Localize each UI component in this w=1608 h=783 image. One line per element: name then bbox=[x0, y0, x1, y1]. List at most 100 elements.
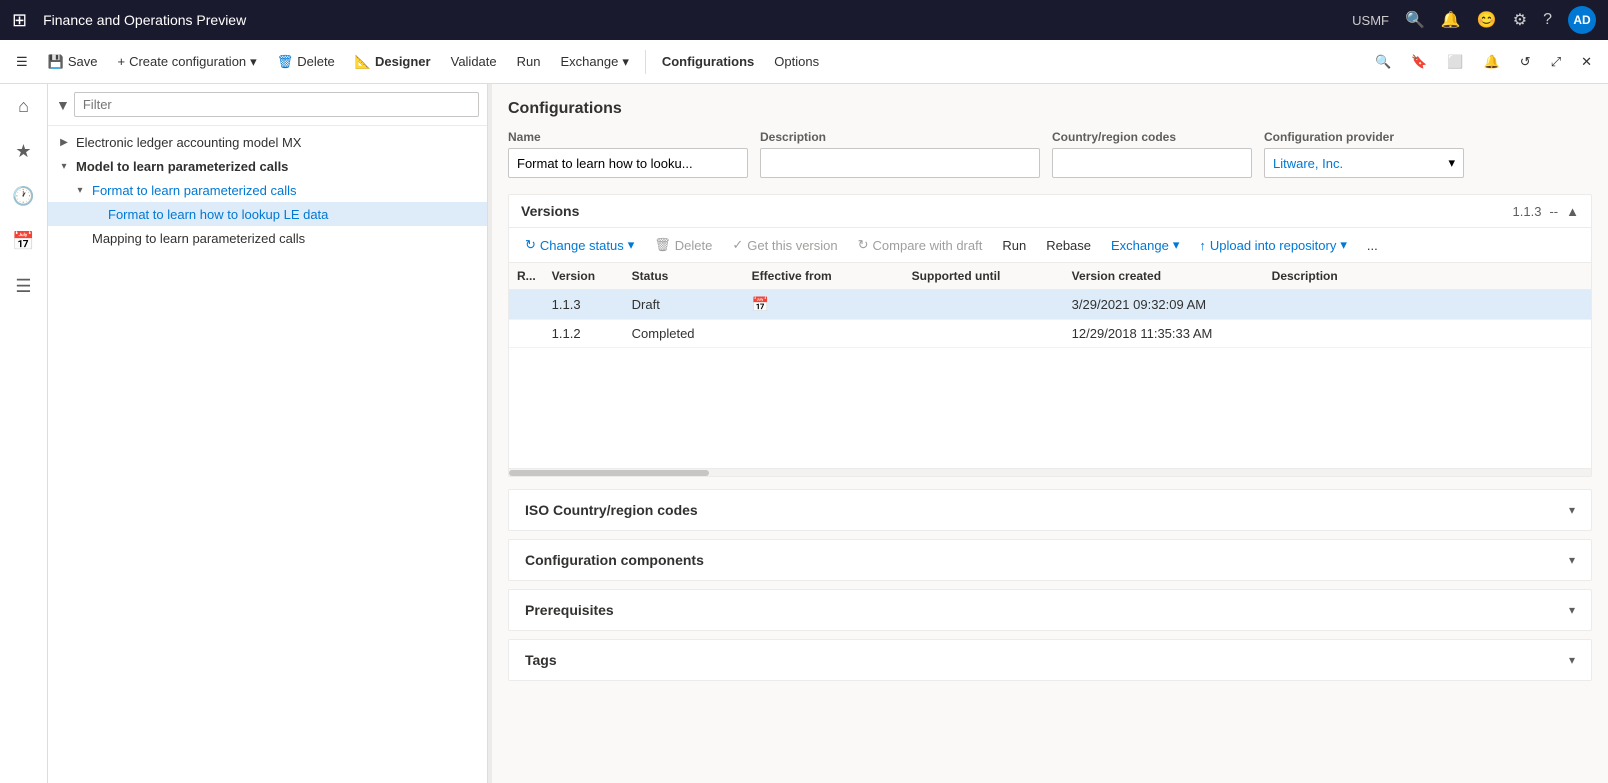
help-icon[interactable]: ? bbox=[1543, 11, 1552, 29]
cell-version-1: 1.1.2 bbox=[544, 320, 624, 348]
right-panel-inner: Configurations Name Description Country/… bbox=[492, 84, 1608, 783]
iso-section: ISO Country/region codes ▾ bbox=[508, 489, 1592, 531]
cell-created-1: 12/29/2018 11:35:33 AM bbox=[1064, 320, 1264, 348]
col-header-r: R... bbox=[509, 263, 544, 290]
bookmark-icon-button[interactable]: 🔖 bbox=[1403, 50, 1435, 74]
list-icon[interactable]: ☰ bbox=[11, 272, 35, 301]
table-row[interactable]: 1.1.2 Completed 12/29/2018 11:35:33 AM bbox=[509, 320, 1591, 348]
main-toolbar: ☰ 💾 Save + Create configuration ▾ 🗑 Dele… bbox=[0, 40, 1608, 84]
settings-icon[interactable]: ⚙ bbox=[1513, 10, 1527, 30]
country-label: Country/region codes bbox=[1052, 130, 1252, 144]
upload-repository-button[interactable]: ↑ Upload into repository ▾ bbox=[1191, 234, 1355, 256]
bell-icon[interactable]: 🔔 bbox=[1441, 10, 1461, 30]
rebase-button[interactable]: Rebase bbox=[1038, 235, 1099, 256]
scrollbar-thumb[interactable] bbox=[509, 470, 709, 476]
refresh-button[interactable]: ↺ bbox=[1512, 50, 1539, 74]
change-status-dropdown-icon: ▾ bbox=[628, 237, 635, 253]
designer-icon: 📐 bbox=[355, 54, 371, 70]
options-button[interactable]: Options bbox=[766, 50, 827, 73]
run-button[interactable]: Run bbox=[509, 50, 549, 73]
tree-item-label: Mapping to learn parameterized calls bbox=[92, 231, 305, 246]
cell-desc-1 bbox=[1264, 320, 1591, 348]
calendar-nav-icon[interactable]: 📅 bbox=[8, 227, 38, 256]
prerequisites-section-header[interactable]: Prerequisites ▾ bbox=[509, 590, 1591, 630]
table-row[interactable]: 1.1.3 Draft 📅 3/29/2021 09:32:09 AM bbox=[509, 290, 1591, 320]
versions-exchange-button[interactable]: Exchange ▾ bbox=[1103, 234, 1187, 256]
versions-title: Versions bbox=[521, 203, 579, 219]
search-toolbar-button[interactable]: 🔍 bbox=[1367, 50, 1399, 74]
user-label: USMF bbox=[1352, 13, 1389, 28]
toolbar-separator bbox=[645, 50, 646, 74]
components-section: Configuration components ▾ bbox=[508, 539, 1592, 581]
name-field: Name bbox=[508, 130, 748, 178]
versions-table-head: R... Version Status Effective from Suppo… bbox=[509, 263, 1591, 290]
exchange-button[interactable]: Exchange ▾ bbox=[552, 50, 636, 74]
delete-button[interactable]: 🗑 Delete bbox=[269, 50, 343, 74]
create-configuration-button[interactable]: + Create configuration ▾ bbox=[109, 50, 264, 74]
calendar-icon[interactable]: 📅 bbox=[752, 296, 769, 312]
horizontal-scrollbar[interactable] bbox=[509, 468, 1591, 476]
versions-collapse-icon[interactable]: ▲ bbox=[1566, 204, 1579, 219]
hamburger-button[interactable]: ☰ bbox=[8, 50, 36, 74]
change-status-button[interactable]: ↻ Change status ▾ bbox=[517, 234, 642, 256]
get-this-version-button[interactable]: ✓ Get this version bbox=[724, 234, 845, 256]
expand-button[interactable]: ⤢ bbox=[1543, 50, 1569, 74]
right-panel: Configurations Name Description Country/… bbox=[492, 84, 1608, 783]
components-section-header[interactable]: Configuration components ▾ bbox=[509, 540, 1591, 580]
col-header-created: Version created bbox=[1064, 263, 1264, 290]
validate-button[interactable]: Validate bbox=[443, 50, 505, 73]
hamburger-icon: ☰ bbox=[16, 54, 28, 70]
notification-badge-button[interactable]: 🔔 bbox=[1476, 50, 1508, 74]
tree-item-model[interactable]: ▾ Model to learn parameterized calls bbox=[48, 154, 487, 178]
filter-icon[interactable]: ▼ bbox=[56, 97, 70, 113]
tree-item-format-lookup[interactable]: Format to learn how to lookup LE data bbox=[48, 202, 487, 226]
cell-version-0: 1.1.3 bbox=[544, 290, 624, 320]
toggle-icon: ▾ bbox=[56, 158, 72, 174]
upload-icon: ↑ bbox=[1199, 238, 1206, 253]
section-title: Configurations bbox=[508, 100, 1592, 118]
compare-draft-button[interactable]: ↻ Compare with draft bbox=[850, 234, 991, 256]
versions-section: Versions 1.1.3 -- ▲ ↻ Change status ▾ 🗑 bbox=[508, 194, 1592, 477]
iso-section-header[interactable]: ISO Country/region codes ▾ bbox=[509, 490, 1591, 530]
avatar[interactable]: AD bbox=[1568, 6, 1596, 34]
tree-item-format[interactable]: ▾ Format to learn parameterized calls bbox=[48, 178, 487, 202]
more-button[interactable]: ... bbox=[1359, 235, 1386, 256]
upload-dropdown-icon: ▾ bbox=[1340, 237, 1347, 253]
star-icon[interactable]: ★ bbox=[11, 137, 35, 166]
form-row: Name Description Country/region codes Co… bbox=[508, 130, 1592, 178]
col-header-status: Status bbox=[624, 263, 744, 290]
iso-section-title: ISO Country/region codes bbox=[525, 502, 698, 518]
emoji-icon[interactable]: 😊 bbox=[1477, 10, 1497, 30]
cell-desc-0 bbox=[1264, 290, 1591, 320]
tree-container: ▶ Electronic ledger accounting model MX … bbox=[48, 126, 487, 783]
app-title: Finance and Operations Preview bbox=[43, 12, 1344, 28]
versions-empty-space bbox=[509, 348, 1591, 468]
iso-chevron-icon: ▾ bbox=[1569, 503, 1575, 517]
versions-delete-button[interactable]: 🗑 Delete bbox=[646, 234, 720, 256]
home-icon[interactable]: ⌂ bbox=[14, 92, 33, 121]
toggle-icon: ▾ bbox=[72, 182, 88, 198]
panel-toggle-button[interactable]: ⬜ bbox=[1439, 50, 1471, 74]
versions-sep: -- bbox=[1549, 204, 1558, 219]
tree-item-label: Electronic ledger accounting model MX bbox=[76, 135, 301, 150]
configurations-tab-button[interactable]: Configurations bbox=[654, 50, 762, 73]
recent-icon[interactable]: 🕐 bbox=[8, 182, 38, 211]
tree-item-electronic[interactable]: ▶ Electronic ledger accounting model MX bbox=[48, 130, 487, 154]
description-input[interactable] bbox=[760, 148, 1040, 178]
change-status-icon: ↻ bbox=[525, 237, 536, 253]
provider-select[interactable]: Litware, Inc. ▾ bbox=[1264, 148, 1464, 178]
close-button[interactable]: ✕ bbox=[1573, 50, 1600, 74]
tree-item-label: Model to learn parameterized calls bbox=[76, 159, 288, 174]
tags-section-header[interactable]: Tags ▾ bbox=[509, 640, 1591, 680]
save-button[interactable]: 💾 Save bbox=[40, 50, 106, 74]
search-icon[interactable]: 🔍 bbox=[1405, 10, 1425, 30]
name-input[interactable] bbox=[508, 148, 748, 178]
waffle-icon[interactable]: ⊞ bbox=[12, 10, 27, 31]
designer-button[interactable]: 📐 Designer bbox=[347, 50, 439, 74]
tree-item-mapping[interactable]: Mapping to learn parameterized calls bbox=[48, 226, 487, 250]
col-header-effective: Effective from bbox=[744, 263, 904, 290]
country-input[interactable] bbox=[1052, 148, 1252, 178]
filter-input[interactable] bbox=[74, 92, 479, 117]
versions-current: 1.1.3 bbox=[1513, 204, 1542, 219]
versions-run-button[interactable]: Run bbox=[994, 235, 1034, 256]
